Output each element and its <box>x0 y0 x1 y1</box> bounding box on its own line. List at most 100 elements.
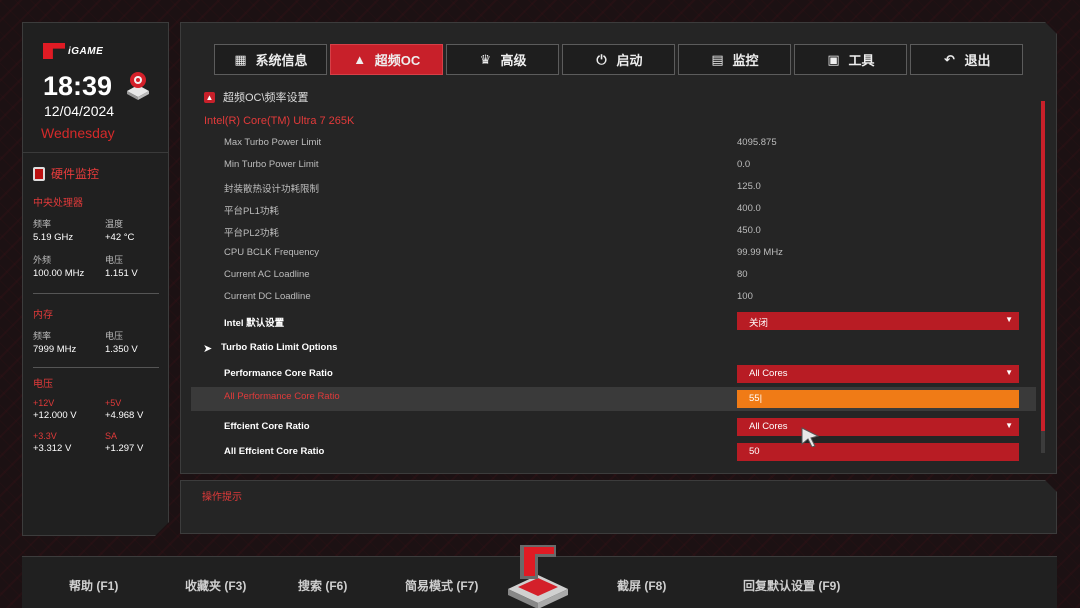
cpu-volt-value: 1.151 V <box>105 268 138 279</box>
setting-value: 125.0 <box>737 181 761 192</box>
setting-row: Min Turbo Power Limit 0.0 <box>191 155 1036 177</box>
voltage-section-title: 电压 <box>33 379 53 390</box>
setting-value: 4095.875 <box>737 137 777 148</box>
function-key-bar: 帮助 (F1) 收藏夹 (F3) 搜索 (F6) 简易模式 (F7) 截屏 (F… <box>22 545 1057 608</box>
voltage-section: 电压 +12V +5V +12.000 V +4.968 V +3.3V SA … <box>33 375 161 462</box>
memory-freq-label: 频率 <box>33 331 52 341</box>
memory-volt-value: 1.350 V <box>105 344 138 355</box>
tab-label: 启动 <box>616 53 643 68</box>
all-eff-core-ratio-row: All Effcient Core Ratio 50 <box>191 442 1036 464</box>
cpu-section-title: 中央处理器 <box>33 198 83 209</box>
cpu-temp-label: 温度 <box>105 219 124 229</box>
brand-logo-text: iGAME <box>68 45 104 57</box>
chip-icon <box>33 167 45 181</box>
text-caret: | <box>759 393 763 404</box>
section-divider <box>33 293 159 294</box>
setting-label: Current AC Loadline <box>224 269 310 280</box>
eff-core-ratio-dropdown[interactable]: All Cores ▼ <box>737 418 1019 436</box>
tab-overclock[interactable]: ▲ 超频OC <box>330 44 443 75</box>
perf-core-ratio-value: All Cores <box>749 368 788 379</box>
perf-core-ratio-label: Performance Core Ratio <box>224 368 333 379</box>
all-perf-core-ratio-input[interactable]: 55| <box>737 390 1019 408</box>
tab-system-info[interactable]: ▦ 系统信息 <box>214 44 327 75</box>
tab-exit[interactable]: ↶ 退出 <box>910 44 1023 75</box>
easy-mode-button[interactable]: 简易模式 (F7) <box>405 577 478 594</box>
v33-value: +3.312 V <box>33 443 72 454</box>
setting-label: 平台PL1功耗 <box>224 206 279 217</box>
tab-advanced[interactable]: ♛ 高级 <box>446 44 559 75</box>
settings-content: ▲ 超频OC\频率设置 Intel(R) Core(TM) Ultra 7 26… <box>191 85 1036 465</box>
igame-emblem-icon <box>508 545 568 608</box>
chevron-down-icon: ▼ <box>1005 421 1013 430</box>
tab-boot[interactable]: ⏻ 启动 <box>562 44 675 75</box>
hardware-monitor-panel: iGAME 18:39 12/04/2024 Wednesday 硬件监控 中央… <box>22 22 169 536</box>
tab-monitor[interactable]: ▤ 监控 <box>678 44 791 75</box>
memory-section: 内存 频率 电压 7999 MHz 1.350 V <box>33 306 161 363</box>
intel-default-value: 关闭 <box>749 318 769 329</box>
v5-value: +4.968 V <box>105 410 144 421</box>
tab-label: 工具 <box>848 53 875 68</box>
section-divider <box>33 367 159 368</box>
perf-core-ratio-row: Performance Core Ratio All Cores ▼ <box>191 364 1036 386</box>
v12-value: +12.000 V <box>33 410 77 421</box>
setting-value: 450.0 <box>737 225 761 236</box>
setting-value: 80 <box>737 269 748 280</box>
clock-box: iGAME 18:39 12/04/2024 Wednesday <box>23 23 168 153</box>
clock-date: 12/04/2024 <box>44 103 115 119</box>
setting-row: Current DC Loadline 100 <box>191 287 1036 309</box>
cpu-bclk-label: 外频 <box>33 255 52 265</box>
clock-day: Wednesday <box>41 125 115 141</box>
eff-core-ratio-label: Effcient Core Ratio <box>224 421 310 432</box>
monitor-icon: ▤ <box>711 51 724 67</box>
all-eff-core-ratio-label: All Effcient Core Ratio <box>224 446 325 457</box>
setting-value: 0.0 <box>737 159 751 170</box>
scrollbar-thumb[interactable] <box>1041 101 1045 431</box>
all-eff-core-ratio-value: 50 <box>749 446 760 457</box>
favorites-button[interactable]: 收藏夹 (F3) <box>185 577 246 594</box>
hardware-monitor-title-text: 硬件监控 <box>51 167 100 181</box>
setting-label: CPU BCLK Frequency <box>224 247 320 258</box>
all-eff-core-ratio-input[interactable]: 50 <box>737 443 1019 461</box>
breadcrumb-text: 超频OC\频率设置 <box>223 92 309 104</box>
tab-label: 系统信息 <box>255 53 308 68</box>
power-icon: ⏻ <box>596 51 607 67</box>
setting-value: 400.0 <box>737 203 761 214</box>
search-button[interactable]: 搜索 (F6) <box>298 577 347 594</box>
main-panel: ▦ 系统信息 ▲ 超频OC ♛ 高级 ⏻ 启动 ▤ 监控 ▣ 工具 ↶ 退出 ▲… <box>180 22 1057 474</box>
setting-row: 平台PL1功耗 400.0 <box>191 199 1036 221</box>
chevron-down-icon: ▼ <box>1005 315 1013 324</box>
operation-hint-title: 操作提示 <box>202 492 242 503</box>
setting-label: Max Turbo Power Limit <box>224 137 322 148</box>
setting-label: 封装散热设计功耗限制 <box>224 184 320 195</box>
sa-label: SA <box>105 431 118 441</box>
cpu-freq-label: 频率 <box>33 219 52 229</box>
tab-label: 监控 <box>732 53 759 68</box>
load-defaults-button[interactable]: 回复默认设置 (F9) <box>743 577 840 594</box>
tab-label: 高级 <box>500 53 527 68</box>
cpu-temp-value: +42 °C <box>105 232 135 243</box>
grid-icon: ▦ <box>234 51 247 67</box>
cpu-name: Intel(R) Core(TM) Ultra 7 265K <box>204 115 355 127</box>
intel-default-row: Intel 默认设置 关闭 ▼ <box>191 311 1036 333</box>
tab-tools[interactable]: ▣ 工具 <box>794 44 907 75</box>
screenshot-button[interactable]: 截屏 (F8) <box>617 577 666 594</box>
memory-freq-value: 7999 MHz <box>33 344 77 355</box>
toolbox-icon: ▣ <box>827 51 840 67</box>
tab-label: 超频OC <box>374 53 421 68</box>
intel-default-dropdown[interactable]: 关闭 ▼ <box>737 312 1019 330</box>
all-perf-core-ratio-row: All Performance Core Ratio 55| <box>191 387 1036 411</box>
turbo-ratio-submenu[interactable]: ➤ Turbo Ratio Limit Options <box>191 338 1036 360</box>
help-button[interactable]: 帮助 (F1) <box>69 577 118 594</box>
content-scrollbar[interactable] <box>1041 101 1045 453</box>
submenu-arrow-icon: ➤ <box>203 343 213 355</box>
setting-row: Max Turbo Power Limit 4095.875 <box>191 133 1036 155</box>
operation-hint-panel: 操作提示 <box>180 480 1057 534</box>
perf-core-ratio-dropdown[interactable]: All Cores ▼ <box>737 365 1019 383</box>
rocket-icon: ▲ <box>205 92 214 102</box>
v33-label: +3.3V <box>33 431 57 441</box>
crown-icon: ♛ <box>479 51 492 67</box>
setting-row: CPU BCLK Frequency 99.99 MHz <box>191 243 1036 265</box>
intel-default-label: Intel 默认设置 <box>224 318 285 329</box>
setting-label: 平台PL2功耗 <box>224 228 279 239</box>
setting-row: Current AC Loadline 80 <box>191 265 1036 287</box>
